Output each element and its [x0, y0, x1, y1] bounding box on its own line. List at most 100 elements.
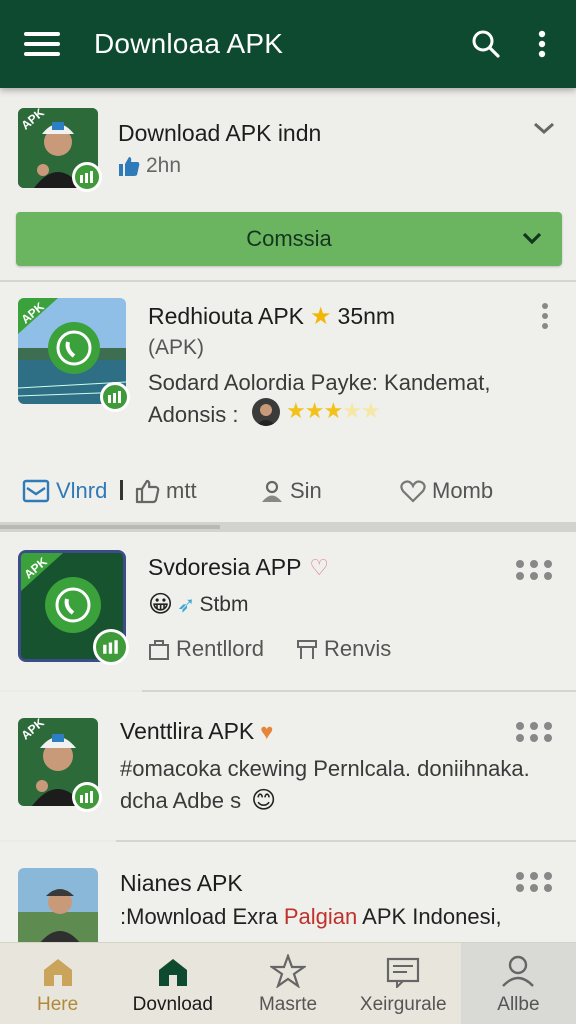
- action-reviews[interactable]: Renvis: [296, 636, 391, 662]
- action-label: mtt: [166, 478, 197, 503]
- card-description-2-row: dcha Adbe s 😊: [120, 786, 276, 815]
- featured-download-card: APK Download APK indn 2hn Comssia: [0, 90, 576, 280]
- table-icon: [297, 640, 317, 659]
- hamburger-menu-icon[interactable]: [22, 28, 62, 60]
- app-card-nianes: Nianes APK :Mownload Exra Palgian APK In…: [0, 842, 576, 942]
- nav-label: Masrte: [258, 994, 318, 1015]
- apk-badge-icon: [72, 782, 102, 812]
- nav-item-news[interactable]: Xeirgurale: [346, 943, 461, 1024]
- action-label: Momb: [432, 478, 494, 503]
- card-description: :Mownload Exra Palgian APK Indonesi,: [120, 904, 502, 930]
- avatar: [252, 398, 280, 426]
- nav-item-home[interactable]: Here: [0, 943, 115, 1024]
- action-label: Renvis: [324, 636, 392, 661]
- category-select[interactable]: Comssia: [16, 212, 562, 266]
- scroll-indicator: [0, 525, 220, 529]
- smiley-icon: 😀: [148, 591, 174, 618]
- action-like[interactable]: mtt: [134, 478, 197, 504]
- app-title: Downloaa APK: [94, 28, 284, 59]
- email-icon: [22, 479, 50, 503]
- more-grid-icon[interactable]: [516, 722, 554, 742]
- app-card-venttlira: APK Venttlira APK ♥ #omacoka ckewing Per…: [0, 692, 576, 840]
- apk-badge-icon: [93, 629, 129, 665]
- card-title[interactable]: Svdoresia APP: [148, 554, 301, 581]
- card-subtitle: (APK): [148, 336, 205, 359]
- more-vert-icon[interactable]: [540, 302, 550, 335]
- account-icon: [502, 955, 535, 987]
- card-title[interactable]: Nianes APK: [120, 870, 243, 897]
- nav-label: Dovnload: [132, 994, 213, 1015]
- card-description-suffix: APK Indonesi,: [357, 904, 502, 929]
- nav-label: Allbe: [497, 994, 540, 1015]
- more-grid-icon[interactable]: [516, 560, 554, 580]
- more-grid-icon[interactable]: [516, 872, 554, 892]
- nav-item-master[interactable]: Masrte: [230, 943, 345, 1024]
- card-title[interactable]: Download APK indn: [118, 120, 321, 147]
- card-description: Sodard Aolordia Payke: Kandemat,: [148, 370, 491, 395]
- star-icon: ★: [310, 303, 332, 330]
- thumbs-up-icon: [119, 157, 140, 176]
- card-description-2: Adonsis :: [148, 402, 239, 427]
- app-card-svdoresia: APK Svdoresia APP ♡ 😀 ➶ Stbm Rentllord R…: [0, 532, 576, 690]
- card-header: Venttlira APK ♥: [120, 718, 273, 745]
- separator: [120, 480, 123, 500]
- card-meta: 2hn: [118, 154, 181, 178]
- person-icon: [262, 480, 282, 502]
- app-avatar[interactable]: APK: [18, 298, 130, 412]
- smiley-icon: 😊: [251, 787, 277, 814]
- search-icon[interactable]: [464, 22, 508, 66]
- app-bar: Downloaa APK: [0, 0, 576, 88]
- bird-icon: ➶: [177, 591, 196, 617]
- nav-label: Here: [37, 994, 79, 1015]
- star-empty-icon: ★: [342, 398, 362, 423]
- chevron-down-icon: [520, 226, 544, 255]
- card-meta-text: 2hn: [146, 154, 182, 177]
- action-label: Vlnrd: [56, 478, 108, 503]
- star-filled-icon: ★: [304, 398, 325, 423]
- star-filled-icon: ★: [286, 398, 306, 423]
- news-icon: [387, 957, 420, 988]
- star-outline-icon: [270, 954, 306, 988]
- action-share[interactable]: Sin: [260, 478, 322, 504]
- card-title[interactable]: Redhiouta APK: [148, 303, 304, 330]
- action-rent[interactable]: Rentllord: [148, 636, 264, 662]
- category-select-label: Comssia: [246, 226, 332, 251]
- more-vert-icon[interactable]: [520, 22, 564, 66]
- card-description: #omacoka ckewing Pernlcala. doniihnaka.: [120, 756, 530, 781]
- card-description-2: dcha Adbe s: [120, 787, 242, 813]
- app-avatar[interactable]: APK: [18, 550, 129, 665]
- nav-label: Xeirgurale: [359, 994, 447, 1015]
- card-description-prefix: :Mownload Exra: [120, 904, 284, 929]
- chevron-down-icon[interactable]: [532, 120, 556, 141]
- card-meta-text: Stbm: [199, 592, 249, 616]
- nav-item-account[interactable]: Allbe: [460, 943, 576, 1024]
- heart-icon: ♡: [309, 554, 330, 580]
- star-empty-icon: ★: [360, 398, 381, 423]
- section-separator: [0, 522, 576, 532]
- apk-badge-icon: [72, 162, 102, 192]
- app-avatar[interactable]: [18, 868, 98, 942]
- app-avatar[interactable]: APK: [18, 718, 102, 812]
- heart-icon: ♥: [260, 718, 274, 744]
- nav-item-download[interactable]: Dovnload: [115, 943, 230, 1024]
- rating-text: 35nm: [337, 303, 396, 329]
- card-header: Svdoresia APP ♡: [148, 554, 329, 581]
- action-label: Sin: [290, 478, 322, 503]
- app-card-redhiouta: APK Redhiouta APK ★ 35nm (APK) Sodard Ao…: [0, 282, 576, 522]
- rating-stars: ★★★★★: [286, 398, 381, 424]
- action-favorite[interactable]: Momb: [400, 478, 493, 504]
- bag-icon: [149, 640, 169, 660]
- app-avatar[interactable]: APK: [18, 108, 102, 192]
- card-meta: 😀 ➶ Stbm: [148, 590, 248, 619]
- heart-icon: [400, 480, 426, 503]
- home-icon: [43, 959, 72, 986]
- card-title[interactable]: Venttlira APK: [120, 718, 254, 745]
- action-view[interactable]: Vlnrd: [22, 478, 107, 504]
- apk-badge-icon: [100, 382, 130, 412]
- thumbs-up-icon: [135, 479, 160, 504]
- card-header: Redhiouta APK ★ 35nm: [148, 302, 395, 331]
- download-home-icon: [158, 959, 187, 986]
- star-filled-icon: ★: [323, 398, 343, 423]
- card-description-highlight: Palgian: [283, 904, 358, 929]
- bottom-navigation: Here Dovnload Masrte Xeirgurale Allbe: [0, 942, 576, 1024]
